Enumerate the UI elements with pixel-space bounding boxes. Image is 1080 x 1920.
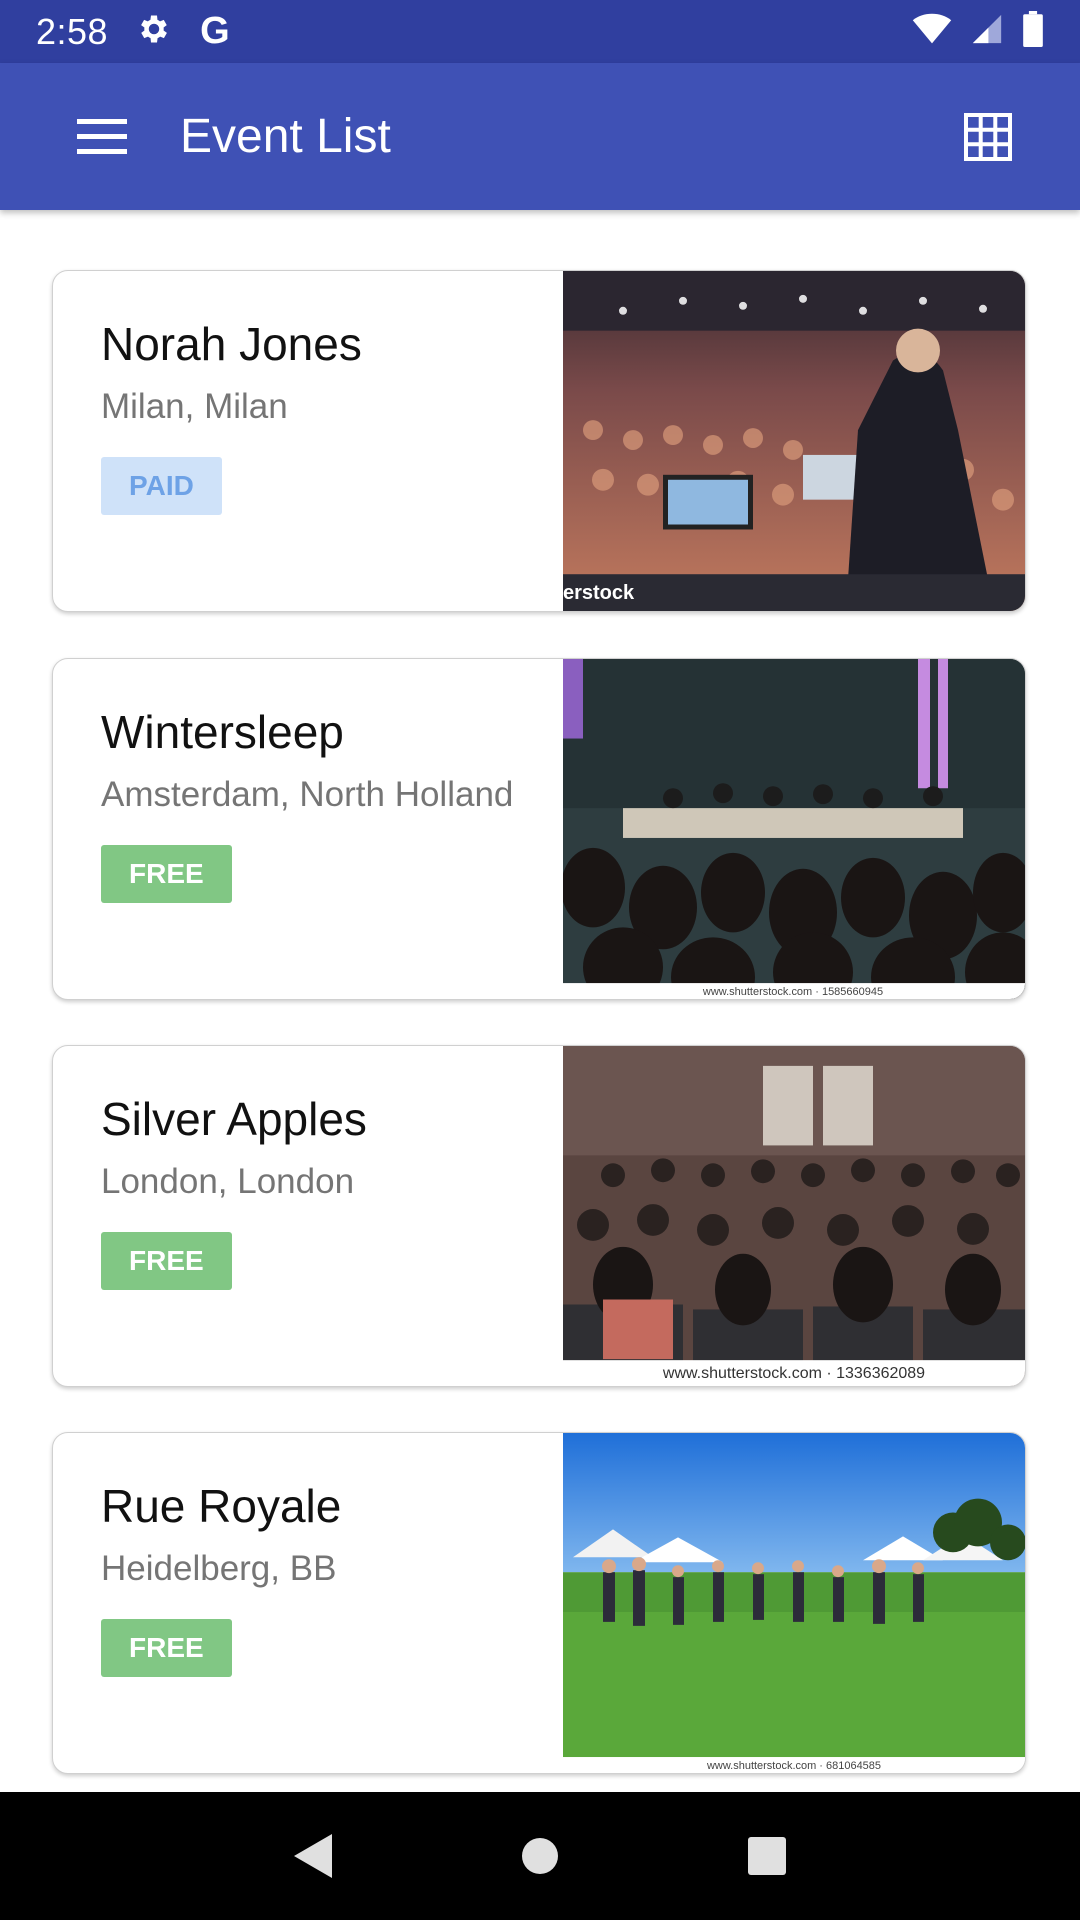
- event-location: Heidelberg, BB: [101, 1549, 337, 1588]
- event-title: Rue Royale: [101, 1480, 342, 1532]
- image-caption: erstock: [563, 582, 635, 604]
- event-card[interactable]: Norah Jones Milan, Milan PAID erstock: [52, 270, 1026, 612]
- event-location: Milan, Milan: [101, 387, 288, 426]
- battery-icon: [1022, 11, 1044, 52]
- event-card-info: Rue Royale Heidelberg, BB FREE: [101, 1433, 561, 1773]
- event-card-info: Norah Jones Milan, Milan PAID: [101, 271, 561, 611]
- event-card[interactable]: Wintersleep Amsterdam, North Holland FRE…: [52, 658, 1026, 1000]
- status-time: 2:58: [36, 10, 109, 52]
- price-badge: PAID: [101, 457, 222, 515]
- navigation-bar: [0, 1792, 1080, 1920]
- grid-view-icon[interactable]: [958, 107, 1018, 167]
- price-badge: FREE: [101, 1232, 232, 1290]
- image-caption: www.shutterstock.com · 681064585: [706, 1760, 881, 1772]
- event-title: Wintersleep: [101, 706, 344, 758]
- audience-seminar-photo: www.shutterstock.com · 1585660945: [563, 659, 1025, 999]
- audience-hall-photo: www.shutterstock.com · 1336362089: [563, 1046, 1025, 1386]
- image-caption: www.shutterstock.com · 1585660945: [702, 986, 883, 998]
- event-title: Norah Jones: [101, 318, 362, 370]
- event-card[interactable]: Rue Royale Heidelberg, BB FREE www.shutt…: [52, 1432, 1026, 1774]
- event-list[interactable]: Norah Jones Milan, Milan PAID erstock Wi…: [0, 210, 1080, 1792]
- cellular-signal-icon: [970, 12, 1004, 51]
- event-card-info: Silver Apples London, London FREE: [101, 1046, 561, 1386]
- outdoor-festival-photo: www.shutterstock.com · 681064585: [563, 1433, 1025, 1773]
- home-icon[interactable]: [500, 1816, 580, 1896]
- gear-icon: [136, 11, 172, 52]
- back-icon[interactable]: [273, 1816, 353, 1896]
- price-badge: FREE: [101, 1619, 232, 1677]
- app-bar: Event List: [0, 63, 1080, 210]
- event-location: London, London: [101, 1162, 355, 1201]
- event-title: Silver Apples: [101, 1093, 367, 1145]
- status-right: [912, 11, 1044, 52]
- event-card-info: Wintersleep Amsterdam, North Holland FRE…: [101, 659, 561, 999]
- event-card[interactable]: Silver Apples London, London FREE www.sh…: [52, 1045, 1026, 1387]
- recents-icon[interactable]: [727, 1816, 807, 1896]
- conference-speaker-photo: erstock: [563, 271, 1025, 611]
- image-caption: www.shutterstock.com · 1336362089: [662, 1365, 925, 1382]
- page-title: Event List: [180, 110, 391, 163]
- event-location: Amsterdam, North Holland: [101, 775, 514, 814]
- google-g-icon: G: [200, 10, 230, 52]
- hamburger-menu-icon[interactable]: [74, 109, 130, 165]
- status-left: 2:58 G: [36, 10, 230, 53]
- wifi-icon: [912, 13, 952, 50]
- price-badge: FREE: [101, 845, 232, 903]
- status-bar: 2:58 G: [0, 0, 1080, 63]
